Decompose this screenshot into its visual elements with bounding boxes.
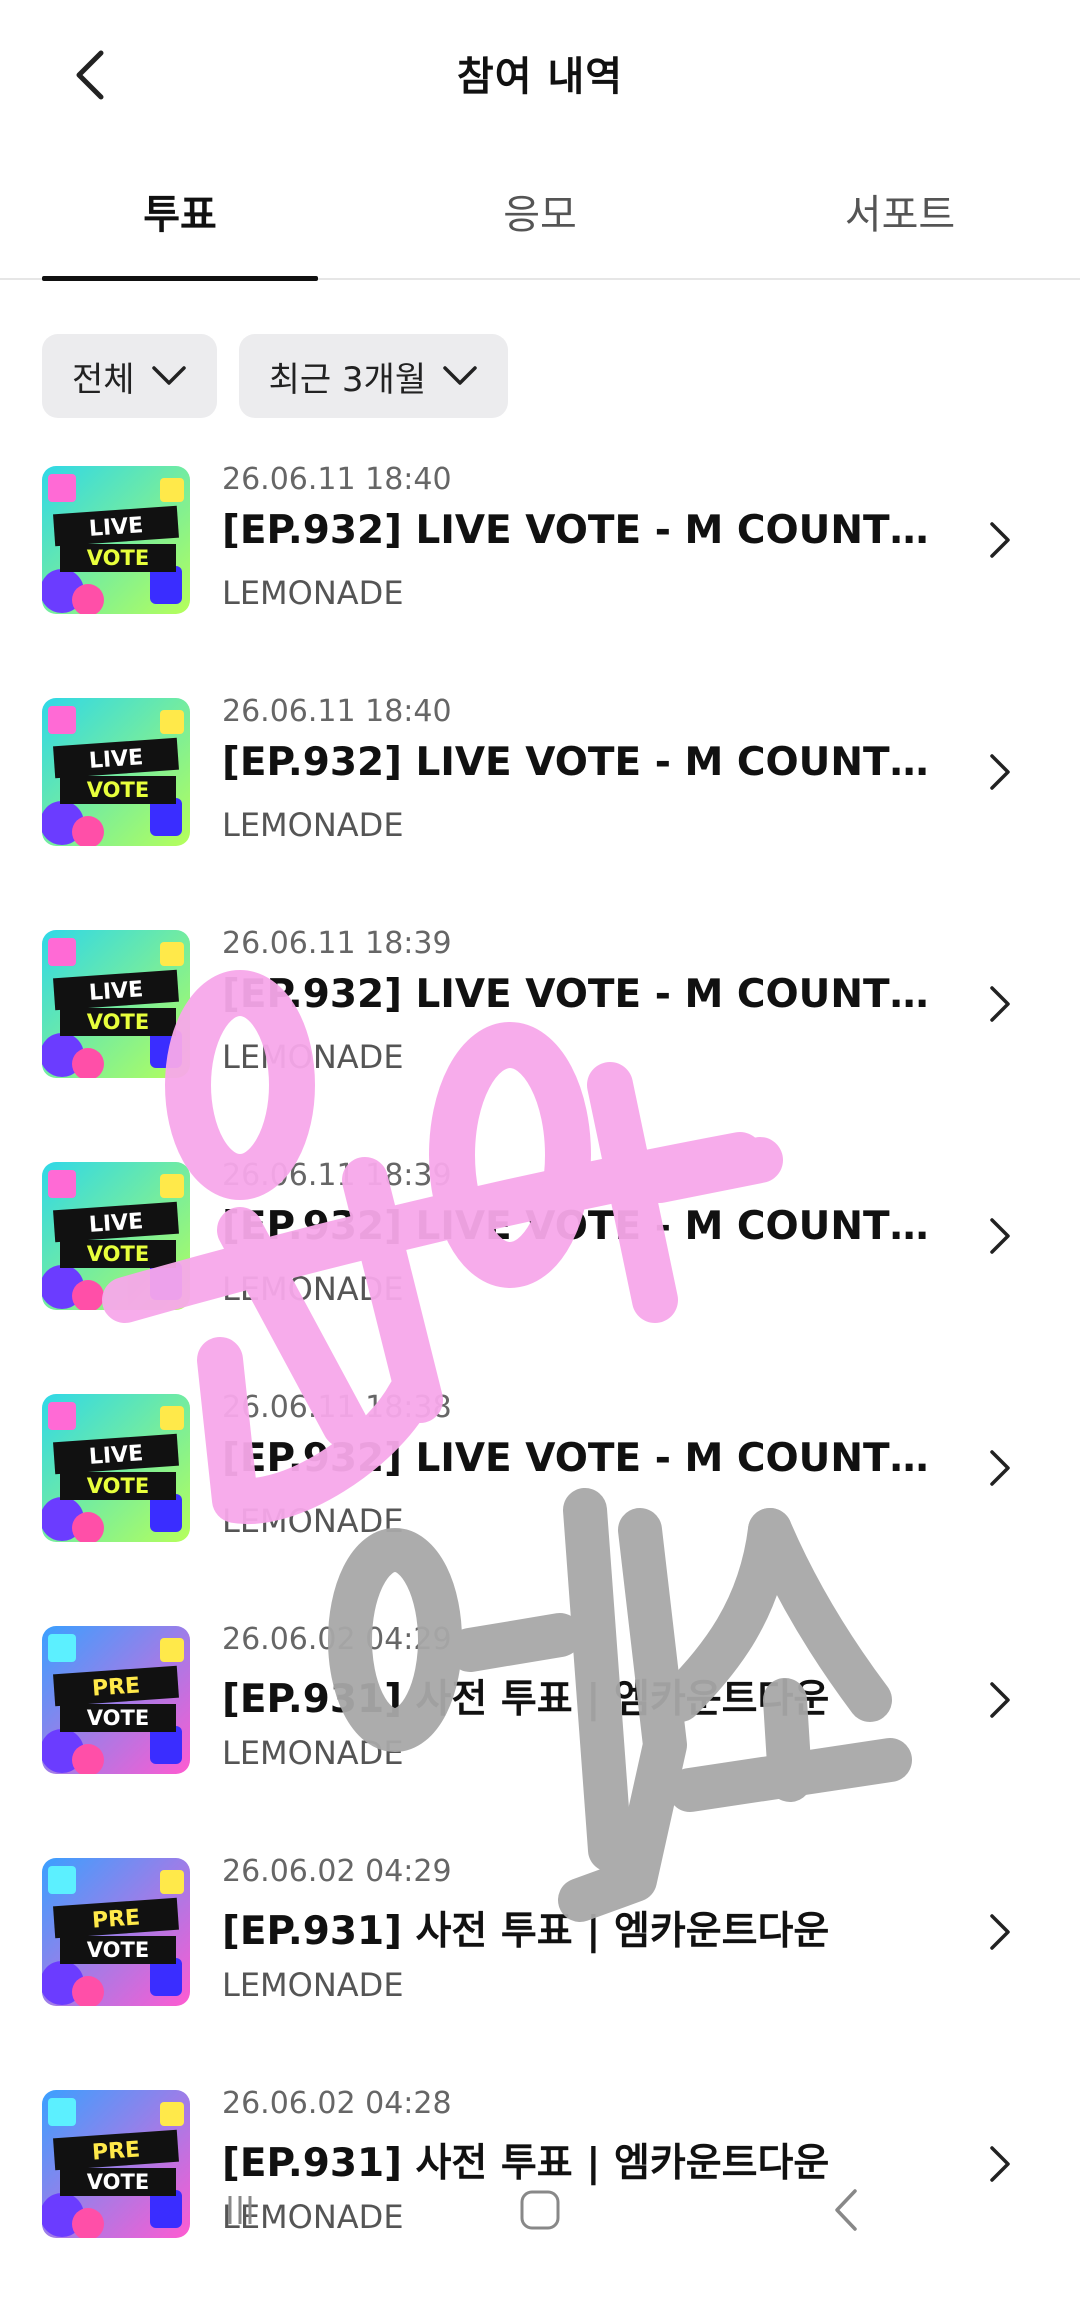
header: 참여 내역	[0, 0, 1080, 150]
chevron-right-icon	[990, 1914, 1010, 1950]
item-date: 26.06.02 04:28	[222, 2086, 452, 2121]
filter-bar: 전체 최근 3개월	[42, 334, 509, 418]
item-date: 26.06.11 18:39	[222, 1158, 452, 1193]
item-date: 26.06.11 18:39	[222, 926, 452, 961]
filter-period-dropdown[interactable]: 최근 3개월	[238, 334, 509, 418]
svg-text:VOTE: VOTE	[87, 1010, 149, 1034]
item-artist: LEMONADE	[222, 1038, 404, 1076]
filter-period-label: 최근 3개월	[268, 359, 427, 400]
svg-text:VOTE: VOTE	[87, 1706, 149, 1730]
list-item[interactable]: LIVE VOTE 26.06.11 18:40 [EP.932] LIVE V…	[0, 462, 1080, 694]
svg-text:VOTE: VOTE	[87, 1474, 149, 1498]
back-nav-icon[interactable]	[816, 2180, 876, 2240]
list-item[interactable]: LIVE VOTE 26.06.11 18:39 [EP.932] LIVE V…	[0, 926, 1080, 1158]
item-artist: LEMONADE	[222, 1966, 404, 2004]
item-artist: LEMONADE	[222, 1502, 404, 1540]
svg-text:LIVE: LIVE	[88, 513, 144, 542]
chevron-right-icon	[990, 522, 1010, 558]
tab-vote[interactable]: 투표	[40, 182, 320, 240]
item-date: 26.06.11 18:40	[222, 694, 452, 729]
svg-text:VOTE: VOTE	[87, 778, 149, 802]
item-date: 26.06.02 04:29	[222, 1854, 452, 1889]
vote-thumbnail: PRE VOTE	[42, 1626, 190, 1774]
item-title: [EP.932] LIVE VOTE - M COUNTDOWN	[222, 1436, 942, 1481]
filter-all-dropdown[interactable]: 전체	[42, 334, 217, 418]
svg-text:PRE: PRE	[91, 1673, 141, 1701]
item-title: [EP.931] 사전 투표 | 엠카운트다운	[222, 1677, 830, 1722]
item-date: 26.06.11 18:40	[222, 462, 452, 497]
vote-thumbnail: PRE VOTE	[42, 1858, 190, 2006]
vote-thumbnail: LIVE VOTE	[42, 698, 190, 846]
svg-text:LIVE: LIVE	[88, 745, 144, 774]
chevron-right-icon	[990, 754, 1010, 790]
active-tab-indicator	[42, 276, 318, 281]
list-item[interactable]: LIVE VOTE 26.06.11 18:38 [EP.932] LIVE V…	[0, 1390, 1080, 1622]
vote-thumbnail: LIVE VOTE	[42, 466, 190, 614]
list-item[interactable]: LIVE VOTE 26.06.11 18:40 [EP.932] LIVE V…	[0, 694, 1080, 926]
svg-text:VOTE: VOTE	[87, 1938, 149, 1962]
svg-text:LIVE: LIVE	[88, 1209, 144, 1238]
chevron-right-icon	[990, 1682, 1010, 1718]
vote-history-list: LIVE VOTE 26.06.11 18:40 [EP.932] LIVE V…	[0, 462, 1080, 2318]
filter-all-label: 전체	[72, 359, 135, 400]
vote-thumbnail: LIVE VOTE	[42, 1394, 190, 1542]
list-item[interactable]: PRE VOTE 26.06.02 04:29 [EP.931] 사전 투표 |…	[0, 1854, 1080, 2086]
chevron-right-icon	[990, 1218, 1010, 1254]
list-item[interactable]: PRE VOTE 26.06.02 04:29 [EP.931] 사전 투표 |…	[0, 1622, 1080, 1854]
item-artist: LEMONADE	[222, 1734, 404, 1772]
list-item[interactable]: LIVE VOTE 26.06.11 18:39 [EP.932] LIVE V…	[0, 1158, 1080, 1390]
chevron-right-icon	[990, 986, 1010, 1022]
svg-text:PRE: PRE	[91, 1905, 141, 1933]
recent-apps-icon[interactable]	[210, 2180, 270, 2240]
item-artist: LEMONADE	[222, 806, 404, 844]
home-icon[interactable]	[510, 2180, 570, 2240]
svg-text:VOTE: VOTE	[87, 546, 149, 570]
item-date: 26.06.11 18:38	[222, 1390, 452, 1425]
item-artist: LEMONADE	[222, 1270, 404, 1308]
item-title: [EP.932] LIVE VOTE - M COUNTDOWN	[222, 740, 942, 785]
item-title: [EP.931] 사전 투표 | 엠카운트다운	[222, 1909, 830, 1954]
tab-bar: 투표 응모 서포트	[0, 160, 1080, 281]
page-title: 참여 내역	[456, 54, 624, 100]
chevron-right-icon	[990, 1450, 1010, 1486]
svg-text:LIVE: LIVE	[88, 1441, 144, 1470]
svg-text:VOTE: VOTE	[87, 1242, 149, 1266]
item-title: [EP.932] LIVE VOTE - M COUNTDOWN	[222, 1204, 942, 1249]
svg-text:LIVE: LIVE	[88, 977, 144, 1006]
item-title: [EP.932] LIVE VOTE - M COUNTDOWN	[222, 508, 942, 553]
vote-thumbnail: LIVE VOTE	[42, 1162, 190, 1310]
vote-thumbnail: LIVE VOTE	[42, 930, 190, 1078]
item-title: [EP.932] LIVE VOTE - M COUNTDOWN	[222, 972, 942, 1017]
chevron-down-icon	[151, 366, 186, 385]
system-nav-bar	[0, 2160, 1080, 2259]
chevron-down-icon	[443, 366, 477, 385]
item-date: 26.06.02 04:29	[222, 1622, 452, 1657]
tab-support[interactable]: 서포트	[760, 182, 1040, 240]
item-artist: LEMONADE	[222, 574, 404, 612]
tab-apply[interactable]: 응모	[400, 182, 680, 240]
